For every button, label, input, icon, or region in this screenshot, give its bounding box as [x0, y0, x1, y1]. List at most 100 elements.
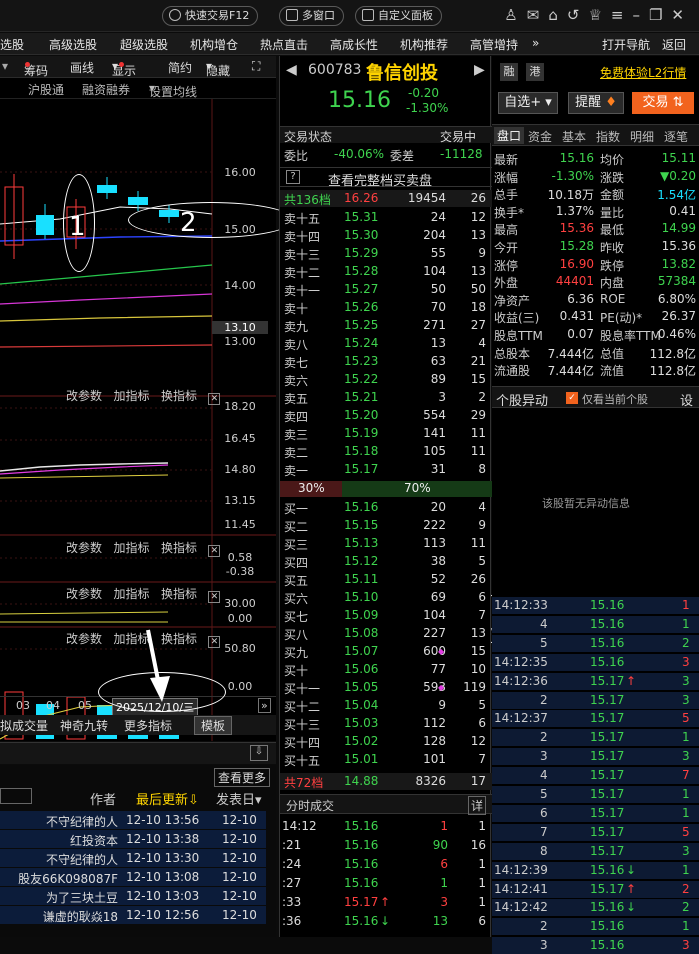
menu-item-inst-recommend[interactable]: 机构推荐: [400, 36, 448, 53]
post-row[interactable]: 红投资本 12-10 13:38 12-10: [0, 830, 266, 848]
col-posted[interactable]: 发表日▾: [216, 789, 262, 808]
restore-icon[interactable]: ❐: [649, 6, 671, 24]
tab-index[interactable]: 指数: [596, 128, 620, 145]
ask-level-row[interactable]: 卖九 15.25 271 27: [280, 317, 492, 334]
user-icon[interactable]: ♙: [504, 6, 526, 24]
add-watchlist-button[interactable]: 自选+ ▾: [498, 92, 558, 114]
custom-panel-button[interactable]: 自定义面板: [355, 6, 442, 26]
multi-window-button[interactable]: 多窗口: [279, 6, 344, 26]
switch-indicator-button[interactable]: 换指标: [161, 587, 197, 601]
bid-level-row[interactable]: 买二 15.15 222 9: [280, 517, 492, 534]
bid-level-row[interactable]: 买五 15.11 52 26: [280, 571, 492, 588]
hk-connect-badge[interactable]: 港: [526, 63, 544, 81]
prev-stock-icon[interactable]: ◀: [286, 62, 297, 78]
menu-item-high-growth[interactable]: 高成长性: [330, 36, 378, 53]
tab-magic-nine[interactable]: 神奇九转: [60, 717, 108, 734]
checkbox-checked-icon[interactable]: ✓: [566, 392, 578, 404]
remind-button[interactable]: 提醒 ♦: [568, 92, 624, 114]
add-indicator-button[interactable]: 加指标: [113, 541, 149, 555]
abnormal-settings[interactable]: 设: [680, 390, 693, 409]
ask-level-row[interactable]: 卖八 15.24 13 4: [280, 335, 492, 352]
bid-level-row[interactable]: 买八 15.08 227 13: [280, 625, 492, 642]
tab-deal-volume[interactable]: 拟成交量: [0, 717, 48, 734]
menu-item-back[interactable]: 返回: [662, 36, 686, 53]
simple-button[interactable]: 简约: [168, 59, 192, 76]
switch-indicator-button[interactable]: 换指标: [161, 541, 197, 555]
post-row[interactable]: 谦虚的耿焱18 12-10 12:56 12-10: [0, 906, 266, 924]
menu-item-open-nav[interactable]: 打开导航: [602, 36, 650, 53]
bid-level-row[interactable]: 买一 15.16 20 4: [280, 499, 492, 516]
bid-level-row[interactable]: 买十五 15.01 101 7: [280, 751, 492, 768]
ask-level-row[interactable]: 卖十三 15.29 55 9: [280, 245, 492, 262]
ask-level-row[interactable]: 卖十四 15.30 204 13: [280, 227, 492, 244]
bid-level-row[interactable]: 买十 15.06 77 10: [280, 661, 492, 678]
params-button[interactable]: 改参数: [66, 587, 102, 601]
bid-level-row[interactable]: 买三 15.13 113 11: [280, 535, 492, 552]
bid-level-row[interactable]: 买十三 15.03 112 6: [280, 715, 492, 732]
bid-level-row[interactable]: 买十二 15.04 9 5: [280, 697, 492, 714]
add-indicator-button[interactable]: 加指标: [113, 632, 149, 646]
full-book-button[interactable]: ? 查看完整档买卖盘: [280, 167, 492, 189]
minimize-icon[interactable]: –: [632, 6, 649, 24]
tab-fund[interactable]: 资金: [528, 128, 552, 145]
switch-indicator-button[interactable]: 换指标: [161, 632, 197, 646]
menu-item-advanced-select[interactable]: 高级选股: [49, 36, 97, 53]
menu-icon[interactable]: ≡: [611, 6, 633, 24]
params-button[interactable]: 改参数: [66, 541, 102, 555]
tab-basic[interactable]: 基本: [562, 128, 586, 145]
kline-chart-panel[interactable]: ▾ 筹码 画线 显示 ▾ 简约 隐藏 ▾ ⛶ 沪股通 融资融券 设置均线 ▾ 1…: [0, 56, 276, 741]
params-button[interactable]: 改参数: [66, 632, 102, 646]
draw-line-button[interactable]: 画线: [70, 59, 94, 76]
add-indicator-button[interactable]: 加指标: [113, 587, 149, 601]
post-row[interactable]: 不守纪律的人 12-10 13:56 12-10: [0, 811, 266, 829]
set-ma-button[interactable]: 设置均线 ▾: [149, 81, 197, 99]
post-row[interactable]: 股友66K098087F 12-10 13:08 12-10: [0, 868, 266, 886]
ask-level-row[interactable]: 卖十一 15.27 50 50: [280, 281, 492, 298]
ask-level-row[interactable]: 卖十二 15.28 104 13: [280, 263, 492, 280]
l2-trial-link[interactable]: 免费体验L2行情: [600, 64, 686, 81]
view-more-button[interactable]: 查看更多: [214, 768, 271, 787]
only-current-label[interactable]: 仅看当前个股: [582, 391, 648, 407]
close-icon[interactable]: ✕: [671, 6, 693, 24]
undo-icon[interactable]: ↺: [567, 6, 589, 24]
ask-level-row[interactable]: 卖七 15.23 63 21: [280, 353, 492, 370]
tab-tick[interactable]: 逐笔: [664, 128, 688, 145]
ask-level-row[interactable]: 卖二 15.18 105 11: [280, 443, 492, 460]
scroll-right-icon[interactable]: »: [258, 698, 271, 713]
bid-level-row[interactable]: 买七 15.09 104 7: [280, 607, 492, 624]
post-row[interactable]: 不守纪律的人 12-10 13:30 12-10: [0, 849, 266, 867]
ask-level-row[interactable]: 卖四 15.20 554 29: [280, 407, 492, 424]
bid-level-row[interactable]: 买六 15.10 69 6: [280, 589, 492, 606]
menu-item-super-select[interactable]: 超级选股: [120, 36, 168, 53]
menu-item-select[interactable]: 选股: [0, 36, 24, 53]
ask-level-row[interactable]: 卖一 15.17 31 8: [280, 461, 492, 478]
mail-icon[interactable]: ✉: [527, 6, 549, 24]
trade-button[interactable]: 交易 ⇅: [632, 92, 694, 114]
margin-badge[interactable]: 融: [500, 63, 518, 81]
bid-level-row[interactable]: 买十一 15.05 593 119 ◆: [280, 679, 492, 696]
col-updated[interactable]: 最后更新⇩: [136, 789, 199, 808]
download-icon[interactable]: ⇩: [250, 745, 268, 761]
home-icon[interactable]: ⌂: [548, 6, 567, 24]
ask-level-row[interactable]: 卖十 15.26 70 18: [280, 299, 492, 316]
quick-trade-button[interactable]: 快速交易F12: [162, 6, 259, 26]
switch-indicator-button[interactable]: 换指标: [161, 389, 197, 403]
posts-filter-box[interactable]: [0, 788, 32, 804]
menu-item-inst-increase[interactable]: 机构增仓: [190, 36, 238, 53]
menu-item-hot-spot[interactable]: 热点直击: [260, 36, 308, 53]
hgt-button[interactable]: 沪股通: [28, 81, 64, 98]
fullscreen-icon[interactable]: ⛶: [252, 59, 260, 74]
add-indicator-button[interactable]: 加指标: [113, 389, 149, 403]
ask-level-row[interactable]: 卖五 15.21 3 2: [280, 389, 492, 406]
col-author[interactable]: 作者: [90, 789, 116, 808]
display-button[interactable]: 显示 ▾: [112, 59, 136, 78]
bid-level-row[interactable]: 买四 15.12 38 5: [280, 553, 492, 570]
time-sales-detail-button[interactable]: 详: [468, 796, 487, 815]
margin-trading-button[interactable]: 融资融券: [82, 81, 130, 98]
ask-level-row[interactable]: 卖十五 15.31 24 12: [280, 209, 492, 226]
tab-detail[interactable]: 明细: [630, 128, 654, 145]
tab-pankou[interactable]: 盘口: [494, 127, 525, 144]
menu-more-chevron[interactable]: »: [532, 36, 539, 50]
bid-level-row[interactable]: 买九 15.07 600 15 ◆: [280, 643, 492, 660]
template-button[interactable]: 模板: [194, 716, 233, 735]
